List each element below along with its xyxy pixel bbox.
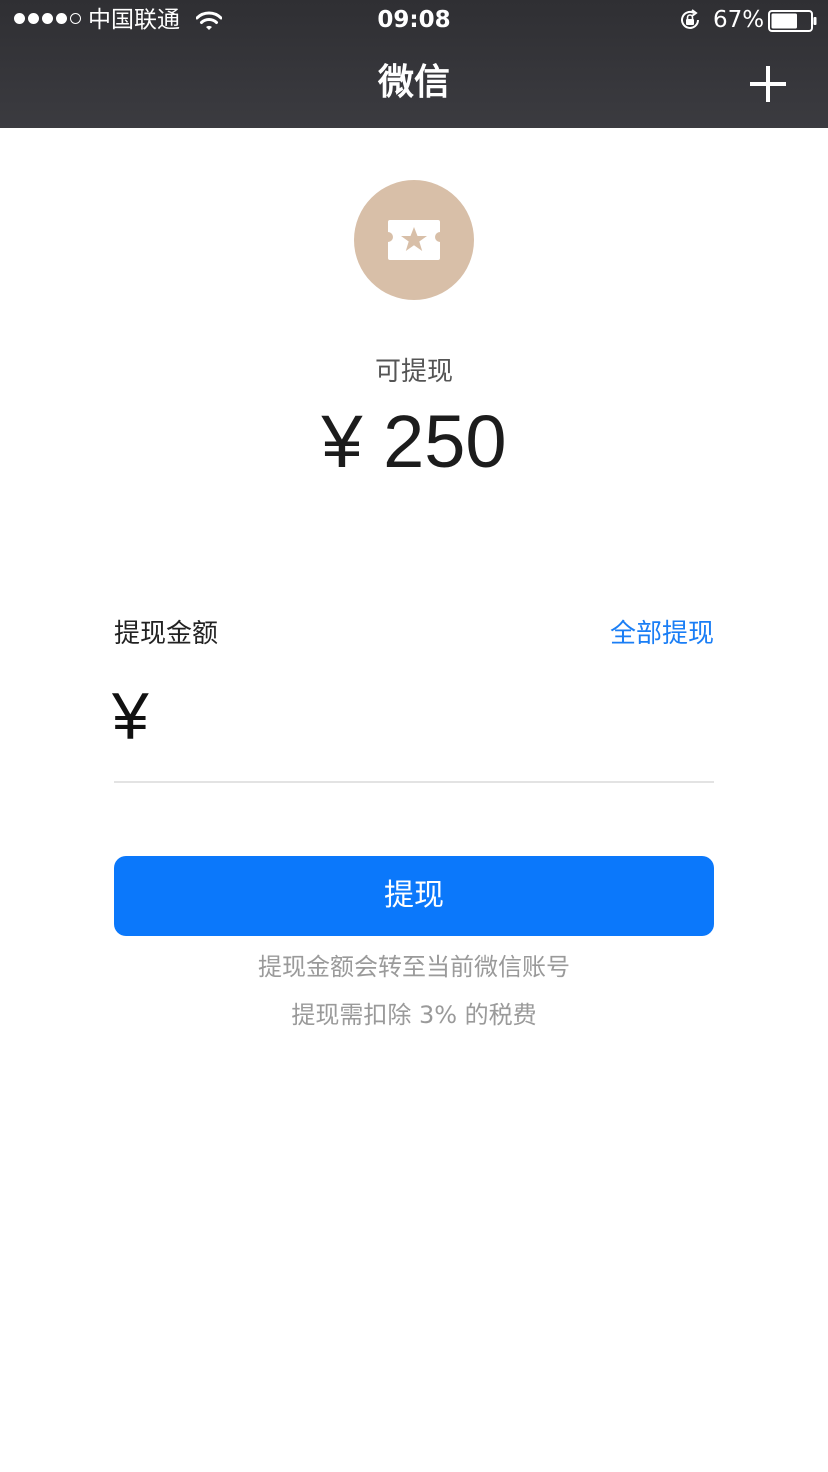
battery-percentage: 67% xyxy=(713,7,765,33)
withdraw-all-link[interactable]: 全部提现 xyxy=(610,614,714,654)
plus-icon[interactable] xyxy=(746,62,790,106)
coupon-star-icon xyxy=(388,220,440,260)
status-time: 09:08 xyxy=(377,7,451,33)
orientation-lock-icon xyxy=(681,9,699,29)
header: 中国联通 09:08 67% 微信 xyxy=(0,0,828,128)
available-balance-amount: ¥ 250 xyxy=(321,400,507,483)
withdraw-button[interactable]: 提现 xyxy=(114,856,714,936)
nav-bar: 微信 xyxy=(0,40,828,128)
withdraw-amount-label: 提现金额 xyxy=(114,619,219,649)
transfer-note: 提现金额会转至当前微信账号 xyxy=(258,953,570,981)
input-underline xyxy=(114,781,714,783)
nav-title: 微信 xyxy=(377,62,450,103)
coupon-badge xyxy=(354,180,474,300)
withdraw-screen: 中国联通 09:08 67% 微信 可提现 ¥ 250 提现金额 全部提现 ¥ … xyxy=(0,0,828,1472)
battery-icon xyxy=(768,10,817,32)
available-balance-label: 可提现 xyxy=(374,357,453,387)
withdraw-amount-input[interactable] xyxy=(170,680,714,758)
status-bar: 中国联通 09:08 67% xyxy=(0,0,828,40)
currency-symbol: ¥ xyxy=(112,679,149,753)
tax-note: 提现需扣除 3% 的税费 xyxy=(291,1001,537,1029)
